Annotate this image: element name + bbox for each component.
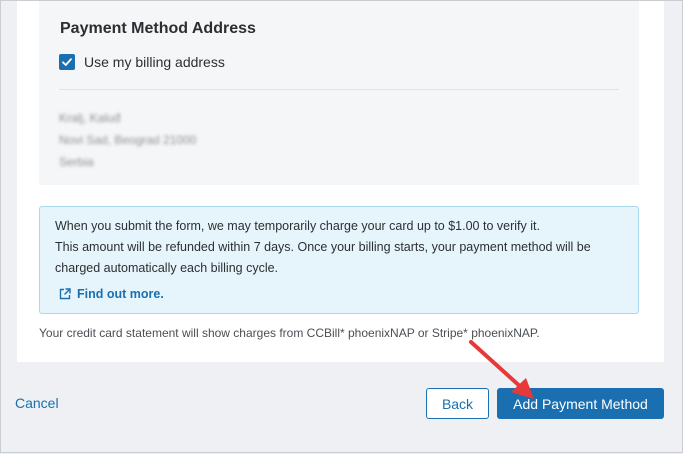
section-title: Payment Method Address <box>60 20 256 37</box>
payment-address-panel: Payment Method Address Use my billing ad… <box>39 1 639 185</box>
info-text: When you submit the form, we may tempora… <box>55 216 635 279</box>
find-out-more-label: Find out more. <box>77 287 164 301</box>
statement-notice: Your credit card statement will show cha… <box>39 326 540 340</box>
billing-address-blurred: Kralj, Kaluđ Novi Sad, Beograd 21000 Ser… <box>59 107 196 173</box>
use-billing-address-label: Use my billing address <box>84 54 225 70</box>
info-line: charged automatically each billing cycle… <box>55 261 279 275</box>
check-icon <box>62 58 72 66</box>
use-billing-address-checkbox-row[interactable]: Use my billing address <box>59 54 225 70</box>
back-button[interactable]: Back <box>426 388 489 419</box>
use-billing-address-checkbox[interactable] <box>59 54 75 70</box>
verification-info-box: When you submit the form, we may tempora… <box>39 206 639 314</box>
info-line: This amount will be refunded within 7 da… <box>55 240 591 254</box>
info-line: When you submit the form, we may tempora… <box>55 219 540 233</box>
external-link-icon <box>59 288 71 300</box>
divider <box>59 89 619 90</box>
address-line: Novi Sad, Beograd 21000 <box>59 133 197 147</box>
add-payment-method-button[interactable]: Add Payment Method <box>497 388 664 419</box>
cancel-link[interactable]: Cancel <box>15 395 59 411</box>
address-line: Kralj, Kaluđ <box>59 111 121 125</box>
find-out-more-link[interactable]: Find out more. <box>59 287 164 301</box>
address-line: Serbia <box>59 155 94 169</box>
payment-form-card: Payment Method Address Use my billing ad… <box>17 1 664 362</box>
